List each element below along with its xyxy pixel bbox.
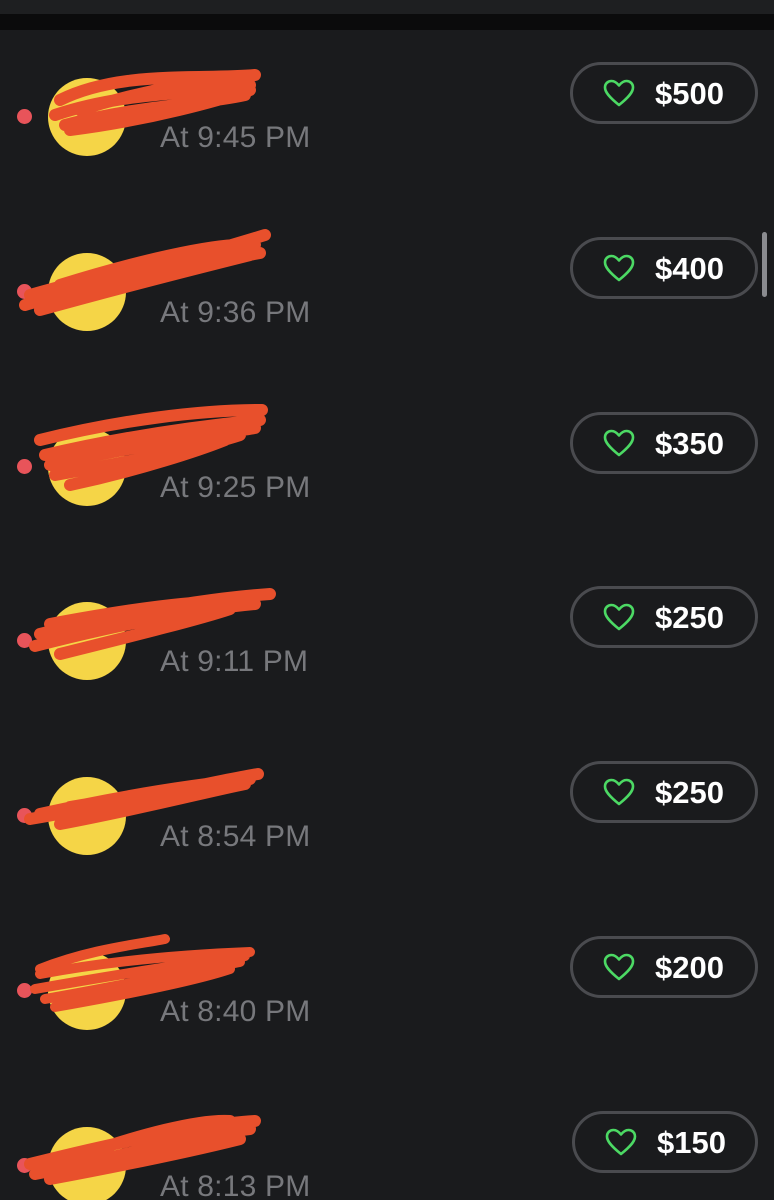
unread-indicator xyxy=(17,283,32,299)
timestamp: At 9:45 PM xyxy=(160,121,311,154)
heart-outline-icon xyxy=(603,953,635,981)
list-item[interactable]: At 9:25 PM $350 xyxy=(0,380,774,555)
tip-amount-label: $150 xyxy=(657,1124,726,1160)
tip-amount-label: $250 xyxy=(655,775,724,811)
timestamp: At 9:11 PM xyxy=(160,645,309,679)
list-item[interactable]: At 9:45 PM $500 xyxy=(0,30,774,205)
avatar[interactable] xyxy=(48,602,126,681)
avatar[interactable] xyxy=(48,952,126,1030)
tip-amount-button[interactable]: $250 xyxy=(570,586,758,649)
list-item[interactable]: At 8:54 PM $250 xyxy=(0,729,774,904)
list-item[interactable]: At 8:13 PM $150 xyxy=(0,1079,774,1200)
unread-indicator xyxy=(17,808,32,824)
timestamp: At 8:40 PM xyxy=(160,995,311,1028)
avatar[interactable] xyxy=(48,777,126,856)
tip-amount-label: $500 xyxy=(655,76,724,111)
list-item[interactable]: At 8:40 PM $200 xyxy=(0,904,774,1079)
unread-indicator xyxy=(17,458,32,474)
avatar[interactable] xyxy=(48,1126,126,1200)
avatar[interactable] xyxy=(48,427,126,506)
tip-amount-label: $250 xyxy=(655,600,724,636)
unread-indicator xyxy=(17,109,32,124)
heart-outline-icon xyxy=(603,79,635,107)
tip-amount-button[interactable]: $350 xyxy=(570,411,758,474)
heart-outline-icon xyxy=(603,429,635,456)
tip-amount-button[interactable]: $400 xyxy=(570,236,758,299)
heart-outline-icon xyxy=(603,604,635,631)
tip-amount-button[interactable]: $150 xyxy=(572,1110,758,1173)
unread-indicator xyxy=(17,1157,32,1173)
tip-feed-list[interactable]: At 9:45 PM $500 At 9:36 PM $400 At 9:25 xyxy=(0,30,774,1200)
timestamp: At 8:54 PM xyxy=(160,820,311,854)
tip-amount-button[interactable]: $250 xyxy=(570,761,758,824)
avatar[interactable] xyxy=(48,78,126,156)
tip-amount-label: $200 xyxy=(655,950,724,985)
tip-amount-button[interactable]: $500 xyxy=(570,62,758,124)
unread-indicator xyxy=(17,633,32,649)
heart-outline-icon xyxy=(605,1128,637,1156)
timestamp: At 8:13 PM xyxy=(160,1169,311,1200)
top-bar xyxy=(0,0,774,30)
list-item[interactable]: At 9:36 PM $400 xyxy=(0,205,774,380)
unread-indicator xyxy=(17,983,32,998)
status-strip xyxy=(0,0,774,14)
tip-amount-button[interactable]: $200 xyxy=(570,936,758,998)
tip-amount-label: $400 xyxy=(655,250,724,286)
avatar[interactable] xyxy=(48,252,126,331)
heart-outline-icon xyxy=(603,254,635,282)
heart-outline-icon xyxy=(603,778,635,806)
timestamp: At 9:25 PM xyxy=(160,470,311,504)
timestamp: At 9:36 PM xyxy=(160,295,311,329)
scrollbar-thumb[interactable] xyxy=(762,232,767,297)
list-item[interactable]: At 9:11 PM $250 xyxy=(0,554,774,729)
tip-amount-label: $350 xyxy=(655,425,724,461)
